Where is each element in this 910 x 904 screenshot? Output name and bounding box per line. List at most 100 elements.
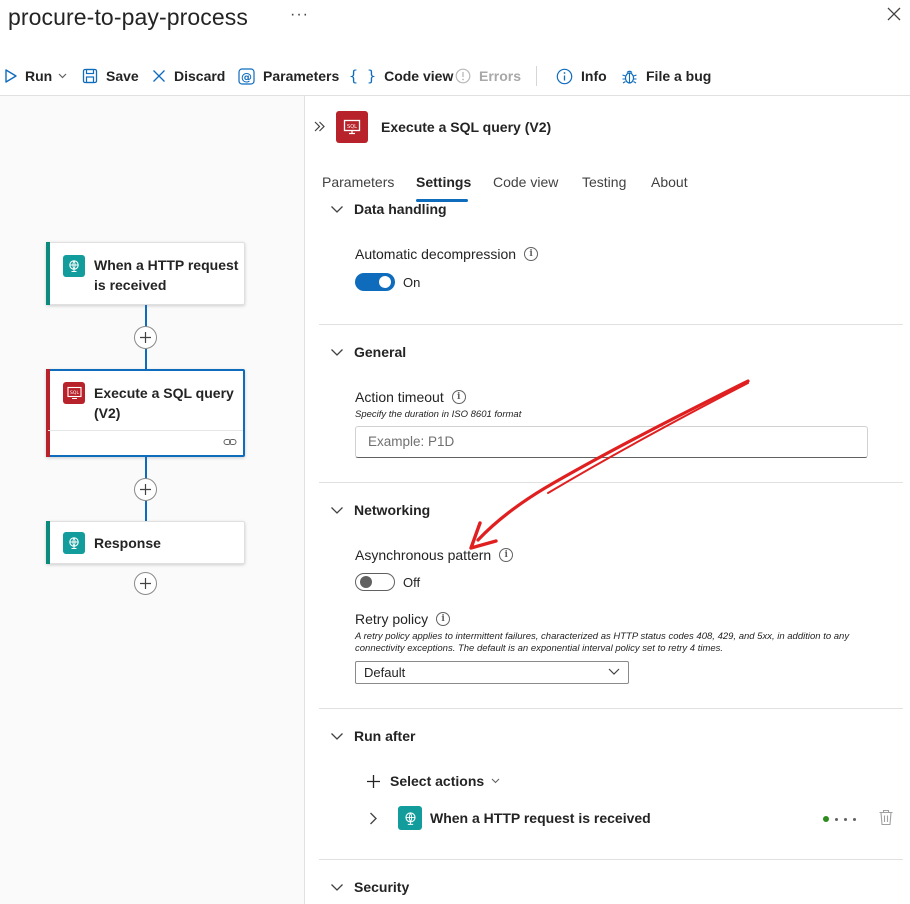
discard-button[interactable]: Discard (152, 62, 225, 90)
tab-settings[interactable]: Settings (416, 174, 471, 190)
discard-icon (153, 70, 165, 82)
more-dot (853, 817, 856, 821)
bug-icon (622, 70, 637, 84)
chevron-down-icon (331, 205, 343, 213)
toggle-knob (379, 276, 391, 288)
designer-canvas[interactable] (0, 96, 304, 904)
parameters-icon: @ (238, 67, 255, 85)
run-after-item[interactable]: When a HTTP request is received (366, 805, 898, 831)
tab-parameters[interactable]: Parameters (322, 174, 394, 190)
auto-decompression-state: On (403, 275, 421, 290)
async-pattern-toggle[interactable] (355, 573, 395, 591)
more-dot (835, 817, 838, 821)
node-footer-divider (48, 430, 243, 431)
errors-button[interactable]: Errors (455, 62, 521, 90)
chevron-down-icon (331, 348, 343, 356)
chevron-down-icon (331, 506, 343, 514)
sql-icon: SQL (336, 111, 368, 143)
chevron-down-icon (331, 732, 343, 740)
auto-decompression-toggle[interactable] (355, 273, 395, 291)
node-title: When a HTTP request is received (94, 257, 239, 293)
node-accent-bar (46, 242, 50, 305)
toolbar: Run Save Discard @ Parameters { } Code v… (0, 62, 910, 90)
info-icon[interactable]: i (524, 247, 539, 261)
braces-icon: { } (349, 67, 377, 85)
action-timeout-input[interactable]: Example: P1D (355, 426, 868, 458)
section-run-after[interactable]: Run after (330, 728, 415, 744)
info-icon (556, 68, 573, 84)
sql-icon: SQL (63, 382, 85, 404)
svg-text:SQL: SQL (347, 124, 357, 130)
plus-icon (140, 332, 151, 343)
link-icon (223, 439, 237, 445)
plus-icon (140, 578, 151, 589)
node-accent-bar (46, 521, 50, 564)
run-after-status[interactable] (823, 816, 856, 822)
add-step-button[interactable] (134, 478, 157, 501)
save-button[interactable]: Save (82, 62, 139, 90)
connector-line (145, 305, 147, 327)
action-node-sql-query[interactable]: SQL Execute a SQL query (V2) (46, 369, 245, 457)
connector-line (145, 349, 147, 370)
plus-icon (140, 484, 151, 495)
info-button[interactable]: Info (556, 62, 607, 90)
tab-code-view[interactable]: Code view (493, 174, 558, 190)
run-button[interactable]: Run (4, 62, 67, 90)
http-response-icon (63, 532, 85, 554)
chevron-down-icon (58, 73, 67, 79)
tab-about[interactable]: About (651, 174, 688, 190)
section-networking[interactable]: Networking (330, 502, 430, 518)
retry-policy-label: Retry policy i (355, 611, 451, 627)
close-icon[interactable] (886, 6, 906, 26)
panel-divider[interactable] (304, 96, 305, 904)
add-step-button[interactable] (134, 572, 157, 595)
trash-icon[interactable] (878, 809, 894, 826)
node-accent-bar (46, 369, 50, 457)
retry-policy-select[interactable]: Default (355, 661, 629, 684)
run-after-item-label: When a HTTP request is received (430, 810, 651, 826)
info-icon[interactable]: i (436, 612, 451, 626)
code-view-button[interactable]: { } Code view (349, 62, 453, 90)
error-icon (455, 68, 471, 84)
plus-icon (367, 774, 380, 788)
info-icon[interactable]: i (451, 390, 466, 404)
collapse-panel-icon[interactable] (313, 120, 326, 138)
section-divider (319, 324, 903, 325)
action-node-response[interactable]: Response (46, 521, 245, 564)
toggle-knob (360, 576, 372, 588)
section-general[interactable]: General (330, 344, 406, 360)
action-timeout-hint: Specify the duration in ISO 8601 format (355, 409, 522, 420)
play-icon (5, 69, 17, 83)
success-status-dot (823, 816, 829, 822)
chevron-down-icon (491, 778, 500, 784)
http-request-icon (398, 806, 422, 830)
chevron-right-icon[interactable] (369, 812, 378, 825)
info-icon[interactable]: i (499, 548, 514, 562)
panel-title: Execute a SQL query (V2) (381, 119, 552, 135)
more-dot (844, 817, 847, 821)
save-icon (82, 68, 98, 84)
section-divider (319, 482, 903, 483)
tab-testing[interactable]: Testing (582, 174, 626, 190)
node-title: Response (94, 535, 161, 551)
auto-decompression-label: Automatic decompression i (355, 246, 539, 262)
select-actions-button[interactable]: Select actions (366, 773, 500, 789)
chevron-down-icon (608, 668, 620, 675)
section-divider (319, 708, 903, 709)
async-pattern-label: Asynchronous pattern i (355, 547, 514, 563)
svg-text:@: @ (241, 70, 252, 83)
svg-text:SQL: SQL (70, 390, 79, 396)
add-step-button[interactable] (134, 326, 157, 349)
node-title: Execute a SQL query (V2) (94, 385, 234, 421)
more-options-icon[interactable]: ··· (290, 6, 309, 24)
chevron-down-icon (331, 883, 343, 891)
trigger-node-http-request[interactable]: When a HTTP request is received (46, 242, 245, 305)
section-divider (319, 859, 903, 860)
parameters-button[interactable]: @ Parameters (238, 62, 339, 90)
file-bug-button[interactable]: File a bug (621, 62, 711, 90)
section-data-handling[interactable]: Data handling (330, 201, 447, 217)
connector-line (145, 457, 147, 479)
section-security[interactable]: Security (330, 879, 409, 895)
toolbar-separator (536, 66, 537, 86)
action-timeout-label: Action timeout i (355, 389, 466, 405)
